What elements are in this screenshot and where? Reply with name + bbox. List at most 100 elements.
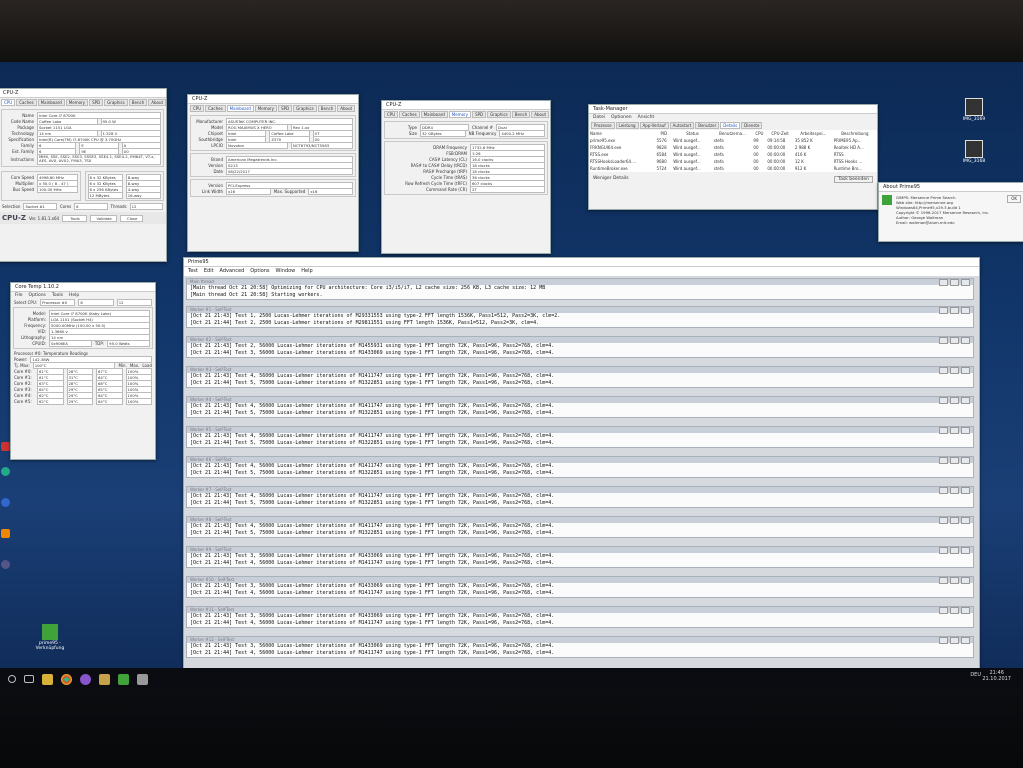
tab-autostart[interactable]: Autostart <box>669 122 695 129</box>
tab-graphics[interactable]: Graphics <box>104 99 128 106</box>
chrome-icon[interactable] <box>61 673 72 685</box>
maximize-icon[interactable] <box>950 397 959 404</box>
tab-spd[interactable]: SPD <box>89 99 104 106</box>
tab-cpu[interactable]: CPU <box>190 105 205 112</box>
close-button[interactable]: Close <box>120 214 144 222</box>
menu-edit[interactable]: Edit <box>204 267 214 276</box>
menu-optionen[interactable]: Optionen <box>611 115 632 120</box>
tab-caches[interactable]: Caches <box>16 99 37 106</box>
close-icon[interactable] <box>961 517 970 524</box>
menu-advanced[interactable]: Advanced <box>220 267 245 276</box>
tab-mainboard[interactable]: Mainboard <box>37 99 65 106</box>
menu-file[interactable]: File <box>15 293 23 298</box>
minimize-icon[interactable] <box>939 637 948 644</box>
fewer-details-button[interactable]: Weniger Details <box>593 176 629 183</box>
close-icon[interactable] <box>961 607 970 614</box>
tab-bench[interactable]: Bench <box>128 99 148 106</box>
menu-options[interactable]: Options <box>250 267 269 276</box>
tab-graphics[interactable]: Graphics <box>293 105 317 112</box>
minimize-icon[interactable] <box>939 577 948 584</box>
tab-details[interactable]: Details <box>720 122 741 129</box>
close-icon[interactable] <box>961 547 970 554</box>
keyboard-lang[interactable]: DEU <box>970 672 981 678</box>
menu-window[interactable]: Window <box>276 267 296 276</box>
start-icon[interactable] <box>8 675 16 683</box>
close-icon[interactable] <box>961 397 970 404</box>
table-row[interactable]: RTSS.exe 6584 Wird ausgef... stefa 00 00:00:0… <box>589 151 877 158</box>
selection-select[interactable]: Socket #1 <box>23 202 57 210</box>
prime95-taskbar-icon[interactable] <box>118 673 129 685</box>
col-pid[interactable]: PID <box>655 130 672 137</box>
menu-datei[interactable]: Datei <box>593 115 605 120</box>
menu-help[interactable]: Help <box>69 293 79 298</box>
app-icon[interactable] <box>80 673 91 685</box>
col-name[interactable]: Name <box>589 130 655 137</box>
tab-cpu[interactable]: CPU <box>384 111 399 118</box>
end-task-button[interactable]: Task beenden <box>834 176 873 183</box>
minimize-icon[interactable] <box>939 427 948 434</box>
tab-caches[interactable]: Caches <box>205 105 226 112</box>
minimize-icon[interactable] <box>939 457 948 464</box>
system-clock[interactable]: DEU 21:46 21.10.2017 <box>970 670 1011 682</box>
desktop-icon-img-2[interactable]: IMG_3168 <box>962 140 986 164</box>
minimize-icon[interactable] <box>939 337 948 344</box>
taskview-icon[interactable] <box>24 675 34 683</box>
app-icon[interactable] <box>137 673 148 685</box>
close-icon[interactable] <box>961 337 970 344</box>
tab-app-verlauf[interactable]: App-Verlauf <box>639 122 669 129</box>
tab-memory[interactable]: Memory <box>448 111 472 118</box>
minimize-icon[interactable] <box>939 487 948 494</box>
close-icon[interactable] <box>961 279 970 286</box>
tab-memory[interactable]: Memory <box>65 99 89 106</box>
col-description[interactable]: Beschreibung <box>833 130 877 137</box>
tab-spd[interactable]: SPD <box>278 105 293 112</box>
minimize-icon[interactable] <box>939 517 948 524</box>
close-icon[interactable] <box>961 457 970 464</box>
close-icon[interactable] <box>961 577 970 584</box>
tab-caches[interactable]: Caches <box>399 111 420 118</box>
table-row[interactable]: RTSSHooksLoader64.... 9680 Wird ausgef... s… <box>589 158 877 165</box>
minimize-icon[interactable] <box>939 279 948 286</box>
maximize-icon[interactable] <box>950 427 959 434</box>
minimize-icon[interactable] <box>939 547 948 554</box>
tools-button[interactable]: Tools <box>62 214 88 222</box>
desktop-icon-img-1[interactable]: IMG_3169 <box>962 98 986 122</box>
tab-about[interactable]: About <box>148 99 166 106</box>
close-icon[interactable] <box>961 487 970 494</box>
maximize-icon[interactable] <box>950 307 959 314</box>
tab-about[interactable]: About <box>531 111 550 118</box>
maximize-icon[interactable] <box>950 367 959 374</box>
tab-mainboard[interactable]: Mainboard <box>420 111 448 118</box>
app-icon[interactable] <box>1 442 10 451</box>
maximize-icon[interactable] <box>950 337 959 344</box>
select-cpu[interactable]: Processor #0 <box>40 298 76 306</box>
table-row[interactable]: FRKNGUI64.exe 9828 Wird ausgef... stefa 00 00… <box>589 144 877 151</box>
tab-bench[interactable]: Bench <box>511 111 531 118</box>
app-icon[interactable] <box>99 673 110 685</box>
col-user[interactable]: Benutzerna... <box>713 130 753 137</box>
col-cpu[interactable]: CPU <box>752 130 766 137</box>
minimize-icon[interactable] <box>939 307 948 314</box>
maximize-icon[interactable] <box>950 607 959 614</box>
validate-button[interactable]: Validate <box>90 214 118 222</box>
col-cpu-time[interactable]: CPU-Zeit <box>766 130 794 137</box>
close-icon[interactable] <box>961 427 970 434</box>
maximize-icon[interactable] <box>950 457 959 464</box>
explorer-icon[interactable] <box>42 673 53 685</box>
menu-tools[interactable]: Tools <box>52 293 63 298</box>
tab-cpu[interactable]: CPU <box>1 99 16 106</box>
app-icon[interactable] <box>1 529 10 538</box>
col-status[interactable]: Status <box>672 130 712 137</box>
tab-prozesse[interactable]: Prozesse <box>591 122 615 129</box>
tab-dienste[interactable]: Dienste <box>741 122 763 129</box>
tab-leistung[interactable]: Leistung <box>615 122 639 129</box>
table-row[interactable]: prime95.exe 5576 Wird ausgef... stefa 99 09:1… <box>589 137 877 144</box>
close-icon[interactable] <box>961 307 970 314</box>
col-memory[interactable]: Arbeitsspei... <box>794 130 833 137</box>
tab-memory[interactable]: Memory <box>254 105 278 112</box>
app-icon[interactable] <box>1 467 10 476</box>
tab-mainboard[interactable]: Mainboard <box>226 105 254 112</box>
tab-spd[interactable]: SPD <box>472 111 487 118</box>
maximize-icon[interactable] <box>950 517 959 524</box>
app-icon[interactable] <box>1 498 10 507</box>
